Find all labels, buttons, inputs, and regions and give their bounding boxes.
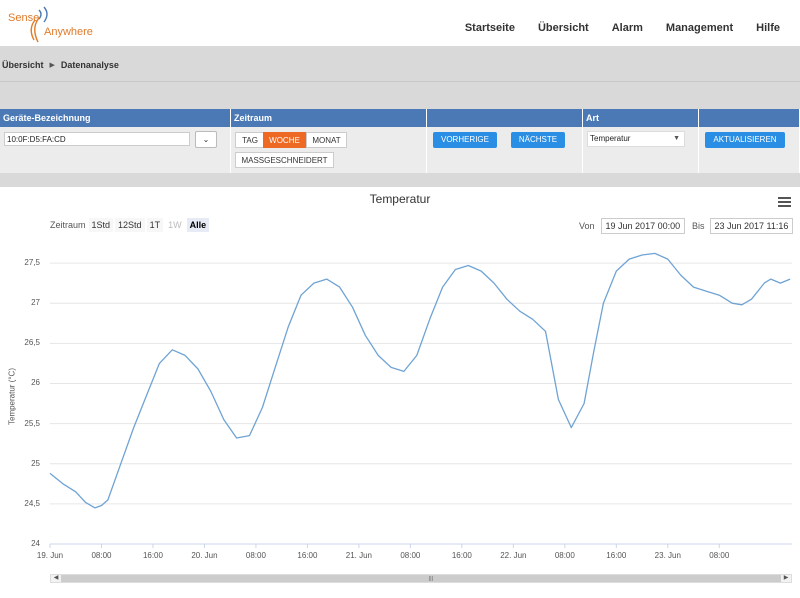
y-tick-label: 25,5 (24, 418, 40, 428)
nav-hilfe[interactable]: Hilfe (756, 22, 780, 34)
x-tick-label: 08:00 (400, 551, 421, 560)
x-tick-label: 16:00 (606, 551, 627, 560)
period-woche-button[interactable]: WOCHE (263, 132, 306, 148)
x-tick-label: 08:00 (245, 551, 266, 560)
nav-management[interactable]: Management (666, 22, 733, 34)
x-tick-label: 19. Jun (36, 551, 64, 560)
scroll-thumb[interactable]: ||| (61, 575, 781, 582)
scroll-left-icon[interactable]: ◀ (51, 575, 61, 582)
cell-device: ⌄ (0, 127, 231, 173)
art-select[interactable]: Temperatur ▼ (587, 131, 685, 147)
spacer (0, 82, 800, 109)
art-select-value: Temperatur (590, 134, 631, 143)
x-tick-label: 08:00 (91, 551, 112, 560)
breadcrumb-datenanalyse: Datenanalyse (60, 60, 119, 70)
header-period: Zeitraum (231, 109, 427, 127)
y-tick-label: 24 (31, 539, 40, 548)
scroll-right-icon[interactable]: ▶ (781, 575, 791, 582)
y-tick-label: 27 (31, 298, 40, 308)
cell-action: AKTUALISIEREN (699, 127, 800, 173)
y-tick-label: 25 (31, 458, 40, 468)
header-nav (427, 109, 583, 127)
x-tick-label: 08:00 (554, 551, 575, 560)
x-tick-label: 16:00 (142, 551, 163, 560)
chevron-right-icon: ▶ (49, 62, 55, 69)
chevron-down-icon[interactable]: ⌄ (195, 131, 217, 148)
logo-text-anywhere: Anywhere (44, 26, 93, 38)
y-tick-label: 26,5 (24, 338, 40, 348)
x-tick-label: 16:00 (451, 551, 472, 560)
spacer (0, 173, 800, 187)
cell-nav: VORHERIGE NÄCHSTE (427, 127, 583, 173)
app-header: Sense Anywhere Startseite Übersicht Alar… (0, 0, 800, 46)
period-tag-button[interactable]: TAG (235, 132, 265, 148)
previous-button[interactable]: VORHERIGE (433, 132, 497, 148)
nav-alarm[interactable]: Alarm (612, 22, 643, 34)
cell-period: TAG WOCHE MONAT MASSGESCHNEIDERT (231, 127, 427, 173)
cell-art: Temperatur ▼ (583, 127, 699, 173)
temperature-series-line (49, 252, 791, 509)
caret-down-icon: ▼ (673, 135, 680, 142)
breadcrumb: Übersicht ▶ Datenanalyse (2, 60, 119, 70)
period-custom-button[interactable]: MASSGESCHNEIDERT (235, 152, 334, 168)
chart-container: Temperatur Zeitraum 1Std 12Std 1T 1W All… (0, 187, 800, 598)
refresh-button[interactable]: AKTUALISIEREN (705, 132, 785, 148)
main-nav: Startseite Übersicht Alarm Management Hi… (442, 22, 780, 34)
x-tick-label: 22. Jun (500, 551, 527, 560)
signal-waves-icon (30, 6, 48, 43)
next-button[interactable]: NÄCHSTE (511, 132, 565, 148)
breadcrumb-uebersicht[interactable]: Übersicht (2, 60, 44, 70)
x-tick-label: 20. Jun (191, 551, 218, 560)
breadcrumb-bar: Übersicht ▶ Datenanalyse (0, 46, 800, 82)
period-monat-button[interactable]: MONAT (306, 132, 347, 148)
header-art: Art (583, 109, 699, 127)
nav-startseite[interactable]: Startseite (465, 22, 515, 34)
y-tick-label: 26 (31, 378, 40, 388)
header-device: Geräte-Bezeichnung (0, 109, 231, 127)
x-tick-label: 08:00 (709, 551, 730, 560)
temperature-plot (49, 252, 792, 548)
device-input[interactable] (4, 132, 190, 146)
grip-icon: ||| (429, 576, 433, 582)
x-tick-label: 21. Jun (345, 551, 373, 560)
header-action (699, 109, 800, 127)
sense-anywhere-logo[interactable]: Sense Anywhere (4, 4, 114, 44)
y-tick-label: 27,5 (24, 258, 40, 268)
logo-text-sense: Sense (8, 12, 40, 24)
x-tick-label: 23. Jun (654, 551, 681, 560)
filter-panel: Geräte-Bezeichnung Zeitraum Art ⌄ TAG WO… (0, 109, 800, 173)
y-tick-label: 24,5 (24, 498, 40, 508)
chart-scrollbar[interactable]: ◀ ||| ▶ (50, 574, 792, 583)
nav-uebersicht[interactable]: Übersicht (538, 22, 589, 34)
x-tick-label: 16:00 (297, 551, 318, 560)
